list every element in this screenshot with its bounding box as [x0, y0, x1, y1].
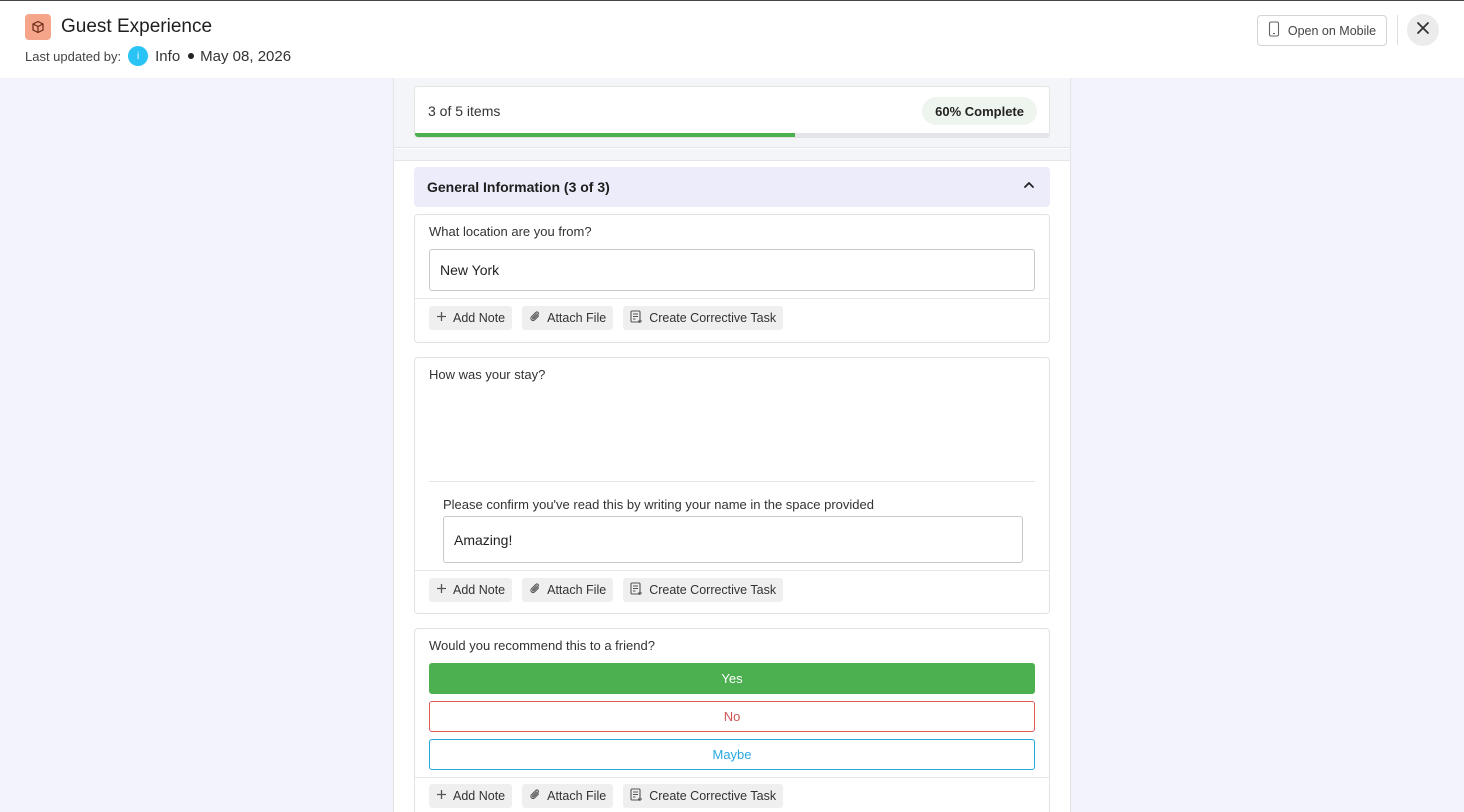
create-corrective-task-label: Create Corrective Task — [649, 789, 777, 803]
confirmation-input[interactable]: Amazing! — [443, 516, 1023, 563]
attach-file-label: Attach File — [547, 583, 607, 597]
task-add-icon — [630, 787, 643, 805]
plus-icon — [436, 789, 447, 803]
updated-by-user: Info — [155, 47, 181, 65]
add-note-button[interactable]: Add Note — [429, 578, 513, 602]
section-spacer — [394, 149, 1070, 161]
task-add-icon — [630, 309, 643, 327]
page-header: Guest Experience Last updated by: i Info… — [0, 1, 1464, 78]
card-divider — [429, 481, 1035, 482]
progress-badge: 60% Complete — [922, 97, 1037, 125]
attach-file-label: Attach File — [547, 789, 607, 803]
add-note-label: Add Note — [453, 583, 506, 597]
add-note-label: Add Note — [453, 789, 506, 803]
box-icon — [25, 14, 51, 40]
question-card-stay: How was your stay? Please confirm you've… — [414, 357, 1050, 614]
create-corrective-task-button[interactable]: Create Corrective Task — [623, 784, 784, 808]
separator-dot — [188, 53, 195, 59]
progress-count: 3 of 5 items — [428, 103, 501, 119]
attach-file-button[interactable]: Attach File — [522, 306, 614, 330]
paperclip-icon — [529, 788, 541, 804]
create-corrective-task-label: Create Corrective Task — [649, 583, 777, 597]
option-no-button[interactable]: No — [429, 701, 1035, 732]
progress-bar-fill — [415, 133, 796, 137]
progress-card: 3 of 5 items 60% Complete — [414, 86, 1050, 138]
open-on-mobile-button[interactable]: Open on Mobile — [1257, 15, 1387, 46]
progress-section: 3 of 5 items 60% Complete — [394, 78, 1070, 148]
question-card-location: What location are you from? New York Add… — [414, 214, 1050, 343]
question-sub-label: Please confirm you've read this by writi… — [443, 497, 874, 512]
location-input[interactable]: New York — [429, 249, 1035, 291]
card-divider — [415, 777, 1049, 778]
task-add-icon — [630, 581, 643, 599]
attach-file-button[interactable]: Attach File — [522, 784, 614, 808]
close-button[interactable] — [1407, 14, 1439, 46]
create-corrective-task-button[interactable]: Create Corrective Task — [623, 578, 784, 602]
last-updated-label: Last updated by: — [25, 48, 122, 64]
question-actions: Add Note Attach File Create Corrective T… — [429, 578, 784, 602]
chevron-up-icon[interactable] — [1022, 178, 1036, 197]
attach-file-label: Attach File — [547, 311, 607, 325]
question-card-recommend: Would you recommend this to a friend? Ye… — [414, 628, 1050, 812]
section-header-general-information[interactable]: General Information (3 of 3) — [414, 167, 1050, 207]
question-label: What location are you from? — [429, 224, 592, 239]
question-label: How was your stay? — [429, 367, 546, 382]
add-note-label: Add Note — [453, 311, 506, 325]
updated-date: May 08, 2026 — [200, 47, 292, 65]
card-divider — [415, 298, 1049, 299]
open-on-mobile-label: Open on Mobile — [1287, 23, 1377, 38]
create-corrective-task-label: Create Corrective Task — [649, 311, 777, 325]
progress-bar — [415, 133, 1049, 137]
paperclip-icon — [529, 310, 541, 326]
attach-file-button[interactable]: Attach File — [522, 578, 614, 602]
plus-icon — [436, 311, 447, 325]
question-actions: Add Note Attach File Create Corrective T… — [429, 784, 784, 808]
question-label: Would you recommend this to a friend? — [429, 638, 655, 653]
add-note-button[interactable]: Add Note — [429, 784, 513, 808]
option-maybe-button[interactable]: Maybe — [429, 739, 1035, 770]
avatar: i — [128, 46, 149, 66]
option-yes-button[interactable]: Yes — [429, 663, 1035, 694]
card-divider — [415, 570, 1049, 571]
plus-icon — [436, 583, 447, 597]
create-corrective-task-button[interactable]: Create Corrective Task — [623, 306, 784, 330]
checklist-panel: 3 of 5 items 60% Complete General Inform… — [393, 78, 1071, 812]
paperclip-icon — [529, 582, 541, 598]
question-actions: Add Note Attach File Create Corrective T… — [429, 306, 784, 330]
page-title: Guest Experience — [61, 16, 213, 37]
phone-icon — [1268, 21, 1280, 40]
add-note-button[interactable]: Add Note — [429, 306, 513, 330]
last-updated-info: Last updated by: i Info May 08, 2026 — [25, 45, 291, 67]
close-icon — [1416, 21, 1430, 40]
section-title: General Information (3 of 3) — [427, 179, 610, 195]
header-divider — [1397, 15, 1398, 45]
